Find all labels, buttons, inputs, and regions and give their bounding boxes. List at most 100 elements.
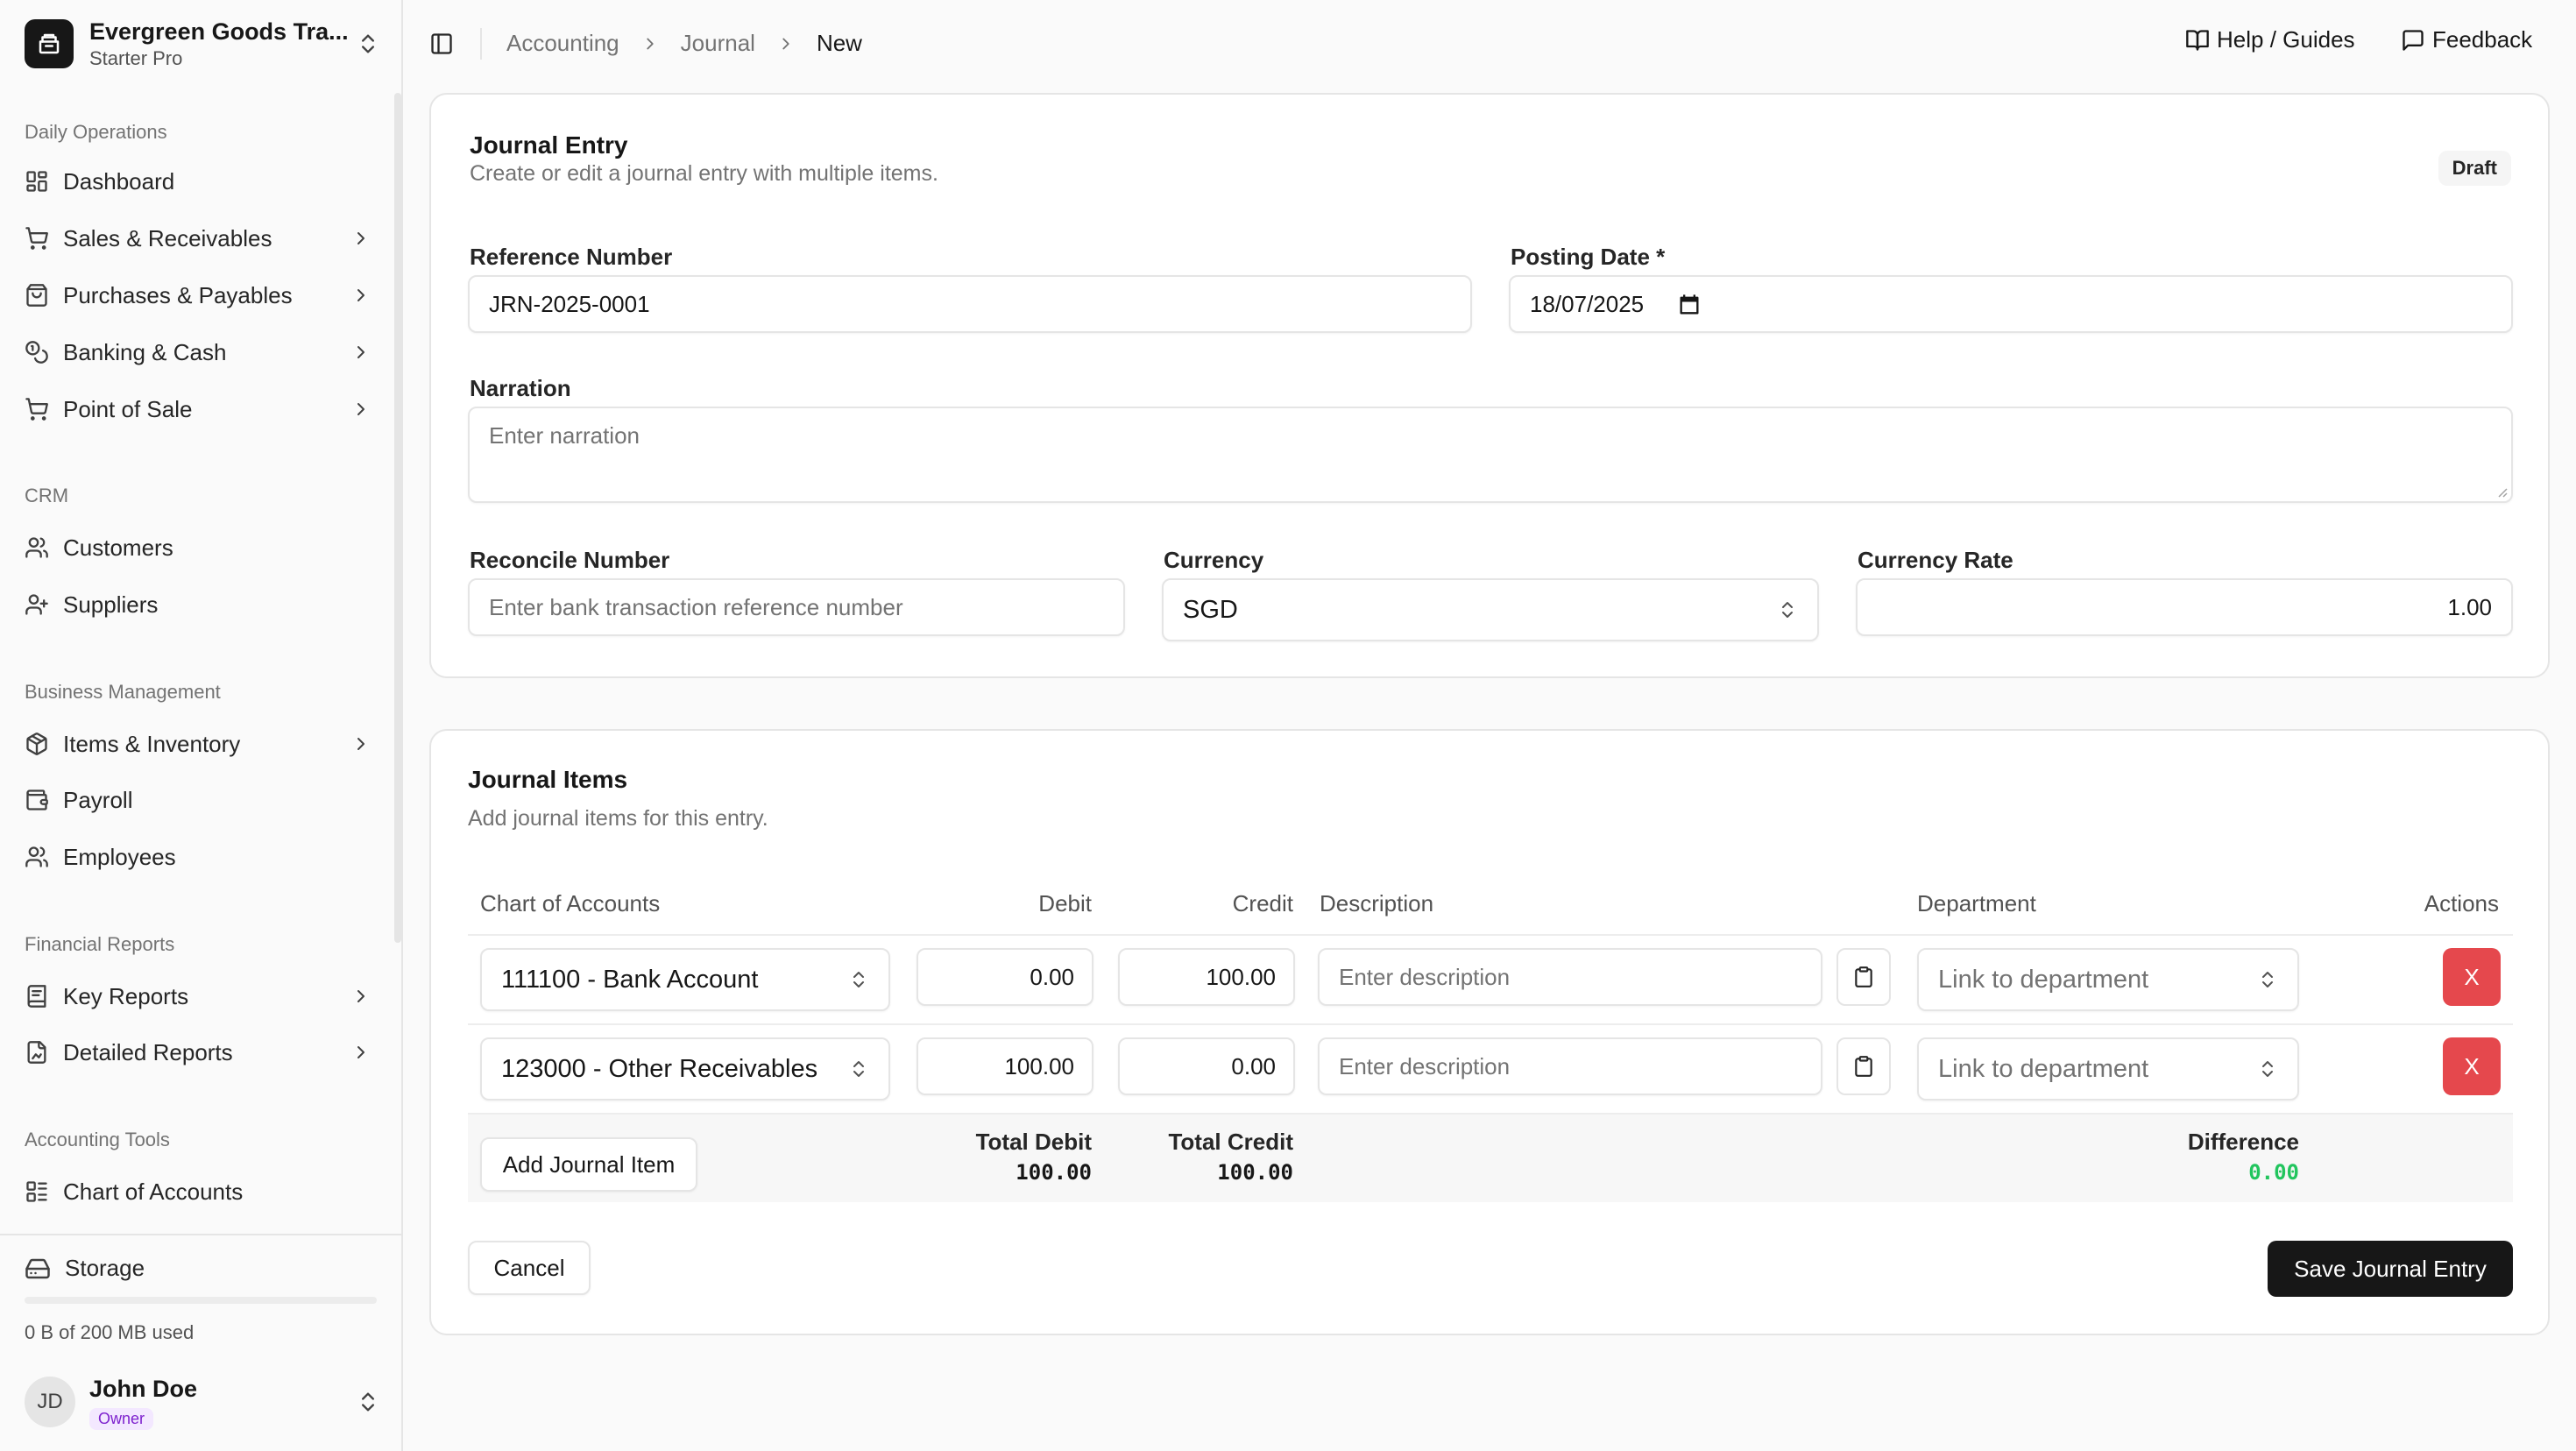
description-input[interactable]: Enter description	[1318, 1037, 1822, 1095]
calendar-icon[interactable]	[1677, 293, 1702, 317]
save-journal-entry-button[interactable]: Save Journal Entry	[2268, 1241, 2513, 1297]
sidebar-item-label: Dashboard	[63, 167, 175, 195]
storage-progress-bar	[25, 1297, 377, 1304]
sidebar-item-label: Items & Inventory	[63, 730, 241, 757]
nav-group-crm: CRM	[25, 485, 69, 506]
sidebar-item-label: Suppliers	[63, 591, 159, 618]
credit-input[interactable]: 100.00	[1118, 948, 1295, 1006]
debit-input[interactable]: 0.00	[916, 948, 1093, 1006]
nav-group-daily-operations: Daily Operations	[25, 121, 167, 143]
account-value: 111100 - Bank Account	[501, 965, 759, 994]
sidebar-item-detailed-reports[interactable]: Detailed Reports	[25, 1029, 375, 1076]
reference-number-input[interactable]: JRN-2025-0001	[468, 275, 1472, 333]
sidebar-item-label: Point of Sale	[63, 395, 193, 422]
column-header-description: Description	[1320, 890, 1434, 917]
journal-items-title: Journal Items	[468, 766, 628, 793]
sidebar-item-label: Purchases & Payables	[63, 281, 293, 308]
currency-label: Currency	[1164, 547, 1264, 573]
storage-panel: Storage 0 B of 200 MB used	[0, 1234, 401, 1343]
department-select[interactable]: Link to department	[1917, 1037, 2299, 1101]
total-debit-label: Total Debit	[975, 1129, 1092, 1155]
chevrons-up-down-icon	[2262, 1061, 2273, 1077]
total-debit-value: 100.00	[1016, 1160, 1092, 1185]
resize-handle-icon[interactable]	[2494, 484, 2508, 498]
sidebar-item-key-reports[interactable]: Key Reports	[25, 973, 375, 1020]
sidebar-item-label: Detailed Reports	[63, 1038, 233, 1065]
chevron-right-icon	[357, 232, 364, 244]
chevron-right-icon	[357, 738, 364, 750]
sidebar-item-purchases-payables[interactable]: Purchases & Payables	[25, 272, 375, 319]
sidebar-item-point-of-sale[interactable]: Point of Sale	[25, 386, 375, 433]
help-guides-link[interactable]: Help / Guides	[2185, 26, 2355, 53]
narration-placeholder: Enter narration	[489, 422, 640, 449]
bag-icon	[26, 284, 47, 307]
cart-icon	[25, 398, 48, 421]
cart-icon	[25, 227, 48, 250]
account-select[interactable]: 111100 - Bank Account	[480, 948, 890, 1011]
department-select[interactable]: Link to department	[1917, 948, 2299, 1011]
breadcrumb-journal[interactable]: Journal	[681, 30, 755, 57]
sidebar-toggle-icon[interactable]	[429, 32, 454, 56]
chevron-right-icon	[357, 1046, 364, 1058]
storage-label: Storage	[65, 1255, 145, 1281]
book-open-icon	[2186, 29, 2209, 51]
currency-rate-input[interactable]: 1.00	[1856, 578, 2513, 636]
sidebar-item-dashboard[interactable]: Dashboard	[25, 158, 375, 205]
breadcrumb-accounting[interactable]: Accounting	[506, 30, 619, 57]
currency-select[interactable]: SGD	[1162, 578, 1819, 641]
file-chart-icon	[27, 1041, 46, 1064]
delete-row-button[interactable]: X	[2443, 948, 2501, 1006]
journal-entry-title: Journal Entry	[470, 131, 628, 159]
sidebar-scrollbar[interactable]	[394, 93, 401, 943]
status-badge: Draft	[2438, 151, 2511, 186]
chevron-right-icon	[357, 990, 364, 1002]
user-name: John Doe	[89, 1375, 198, 1402]
posting-date-label: Posting Date *	[1511, 244, 1666, 270]
credit-input[interactable]: 0.00	[1118, 1037, 1295, 1095]
sidebar-item-banking-cash[interactable]: Banking & Cash	[25, 329, 375, 376]
totals-row	[468, 1115, 2513, 1202]
feedback-link[interactable]: Feedback	[2401, 26, 2532, 53]
sidebar-item-suppliers[interactable]: Suppliers	[25, 581, 375, 628]
breadcrumb-current: New	[816, 30, 862, 56]
clipboard-button[interactable]	[1836, 948, 1891, 1006]
sidebar-item-chart-of-accounts[interactable]: Chart of Accounts	[25, 1168, 375, 1215]
reconcile-number-label: Reconcile Number	[470, 547, 670, 573]
description-input[interactable]: Enter description	[1318, 948, 1822, 1006]
topbar-divider	[480, 28, 482, 60]
org-switcher[interactable]: Evergreen Goods Tra... Starter Pro	[25, 18, 380, 70]
sidebar-item-sales-receivables[interactable]: Sales & Receivables	[25, 215, 375, 262]
debit-input[interactable]: 100.00	[916, 1037, 1093, 1095]
chevrons-up-down-icon	[1782, 602, 1793, 618]
sidebar-item-employees[interactable]: Employees	[25, 833, 375, 881]
nav-group-business-management: Business Management	[25, 681, 221, 703]
sidebar-item-customers[interactable]: Customers	[25, 524, 375, 571]
delete-row-button[interactable]: X	[2443, 1037, 2501, 1095]
breadcrumb: Accounting Journal New	[506, 30, 862, 57]
reconcile-number-input[interactable]: Enter bank transaction reference number	[468, 578, 1125, 636]
sidebar-item-payroll[interactable]: Payroll	[25, 776, 375, 824]
journal-items-subtitle: Add journal items for this entry.	[468, 806, 768, 831]
column-header-account: Chart of Accounts	[480, 890, 661, 917]
sidebar-item-label: Key Reports	[63, 982, 189, 1009]
currency-value: SGD	[1183, 595, 1238, 624]
book-icon	[27, 985, 46, 1008]
account-select[interactable]: 123000 - Other Receivables	[480, 1037, 890, 1101]
clipboard-button[interactable]	[1836, 1037, 1891, 1095]
storage-header[interactable]: Storage	[25, 1255, 145, 1282]
chevron-right-icon	[357, 403, 364, 415]
cancel-button[interactable]: Cancel	[468, 1241, 591, 1295]
sidebar-item-label: Customers	[63, 534, 173, 561]
list-icon	[26, 1181, 47, 1202]
sidebar-item-items-inventory[interactable]: Items & Inventory	[25, 720, 375, 768]
narration-label: Narration	[470, 375, 571, 401]
chevrons-up-down-icon	[362, 34, 374, 53]
department-placeholder: Link to department	[1938, 1054, 2149, 1083]
user-menu[interactable]: JD John Doe Owner	[25, 1374, 380, 1430]
chevron-right-icon	[782, 38, 789, 49]
posting-date-input[interactable]: 18/07/2025	[1509, 275, 2513, 333]
add-journal-item-button[interactable]: Add Journal Item	[480, 1137, 697, 1192]
top-bar: Accounting Journal New Help / Guides Fee…	[403, 0, 2576, 88]
narration-input[interactable]: Enter narration	[468, 407, 2513, 503]
help-guides-label: Help / Guides	[2217, 26, 2355, 53]
